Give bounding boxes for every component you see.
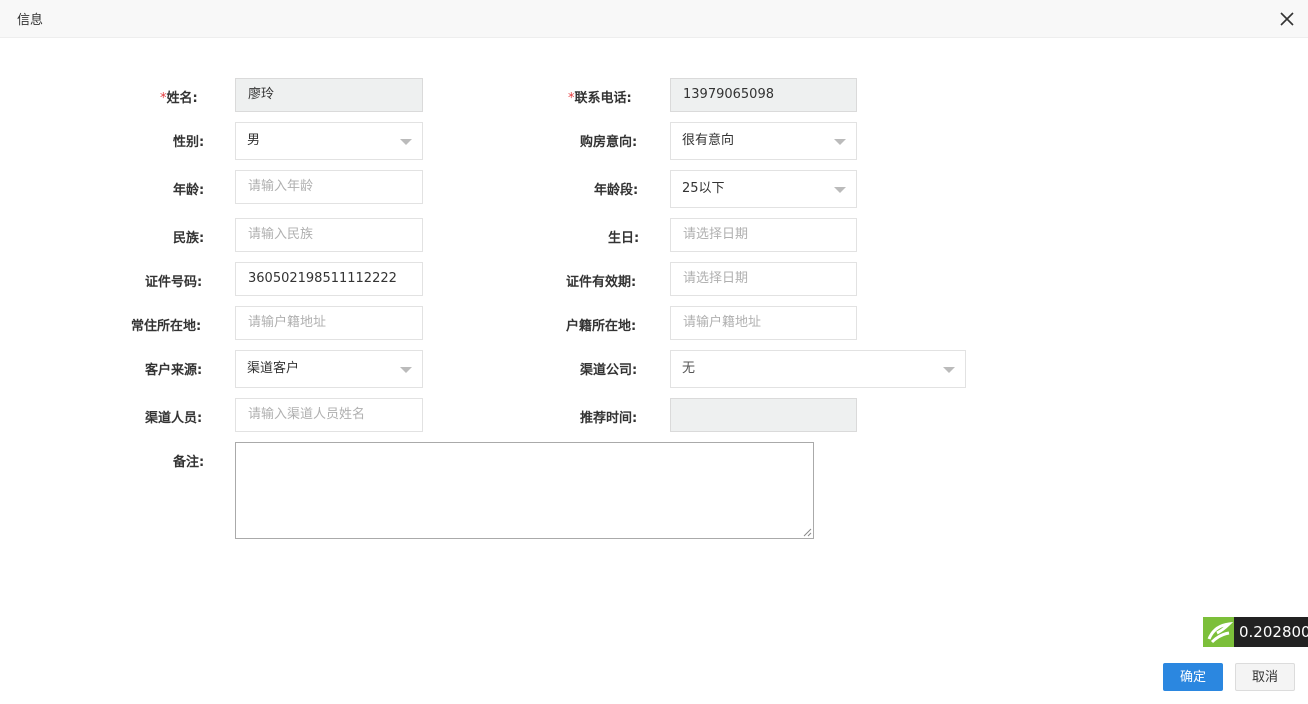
timer-text: 0.202800s — [1239, 623, 1308, 641]
chevron-down-icon — [400, 367, 412, 373]
residence-input[interactable]: 请输户籍地址 — [235, 306, 423, 340]
ethnicity-input[interactable]: 请输入民族 — [235, 218, 423, 252]
ethnicity-label: 民族: — [173, 231, 205, 246]
channel-person-label: 渠道人员: — [145, 411, 203, 426]
name-field[interactable]: 廖玲 — [235, 78, 423, 112]
dialog-title: 信息 — [17, 13, 44, 28]
channel-company-value: 无 — [682, 361, 696, 376]
intent-value: 很有意向 — [682, 133, 735, 148]
phone-label: *联系电话: — [568, 87, 632, 106]
id-number-label: 证件号码: — [145, 275, 203, 290]
gender-select[interactable]: 男 — [235, 122, 423, 160]
remark-label: 备注: — [173, 455, 205, 470]
chevron-down-icon — [834, 139, 846, 145]
source-value: 渠道客户 — [247, 361, 300, 376]
gender-label: 性别: — [173, 135, 205, 150]
chevron-down-icon — [943, 367, 955, 373]
gender-value: 男 — [247, 133, 261, 148]
residence-label: 常住所在地: — [131, 319, 202, 334]
household-label: 户籍所在地: — [566, 319, 637, 334]
cancel-button[interactable]: 取消 — [1235, 663, 1295, 691]
source-select[interactable]: 渠道客户 — [235, 350, 423, 388]
phone-label-text: 联系电话: — [574, 91, 632, 106]
timer-badge: 0.202800s — [1203, 617, 1308, 647]
leaf-logo-icon — [1203, 617, 1234, 647]
birthday-label: 生日: — [608, 231, 640, 246]
age-input[interactable]: 请输入年龄 — [235, 170, 423, 204]
birthday-date-picker[interactable]: 请选择日期 — [670, 218, 857, 252]
id-validity-date-picker[interactable]: 请选择日期 — [670, 262, 857, 296]
age-range-select[interactable]: 25以下 — [670, 170, 857, 208]
id-number-input[interactable]: 360502198511112222 — [235, 262, 423, 296]
phone-field[interactable]: 13979065098 — [670, 78, 857, 112]
confirm-button[interactable]: 确定 — [1163, 663, 1223, 691]
age-label: 年龄: — [173, 183, 205, 198]
close-icon[interactable] — [1277, 9, 1297, 29]
remark-textarea[interactable] — [235, 442, 814, 539]
recommend-time-label: 推荐时间: — [580, 411, 638, 426]
channel-company-label: 渠道公司: — [580, 363, 638, 378]
channel-company-select[interactable]: 无 — [670, 350, 966, 388]
intent-select[interactable]: 很有意向 — [670, 122, 857, 160]
recommend-time-field[interactable] — [670, 398, 857, 432]
resize-handle-icon[interactable] — [803, 528, 812, 537]
source-label: 客户来源: — [145, 363, 203, 378]
age-range-value: 25以下 — [682, 181, 725, 196]
id-validity-label: 证件有效期: — [566, 275, 637, 290]
chevron-down-icon — [834, 187, 846, 193]
channel-person-input[interactable]: 请输入渠道人员姓名 — [235, 398, 423, 432]
household-input[interactable]: 请输户籍地址 — [670, 306, 857, 340]
chevron-down-icon — [400, 139, 412, 145]
info-dialog: 信息 *姓名: 廖玲 *联系电话: 13979065098 性别: 男 购房意向… — [0, 0, 1308, 704]
name-label: *姓名: — [160, 87, 198, 106]
dialog-titlebar: 信息 — [0, 0, 1308, 38]
intent-label: 购房意向: — [580, 135, 638, 150]
name-label-text: 姓名: — [166, 91, 198, 106]
age-range-label: 年龄段: — [594, 183, 639, 198]
